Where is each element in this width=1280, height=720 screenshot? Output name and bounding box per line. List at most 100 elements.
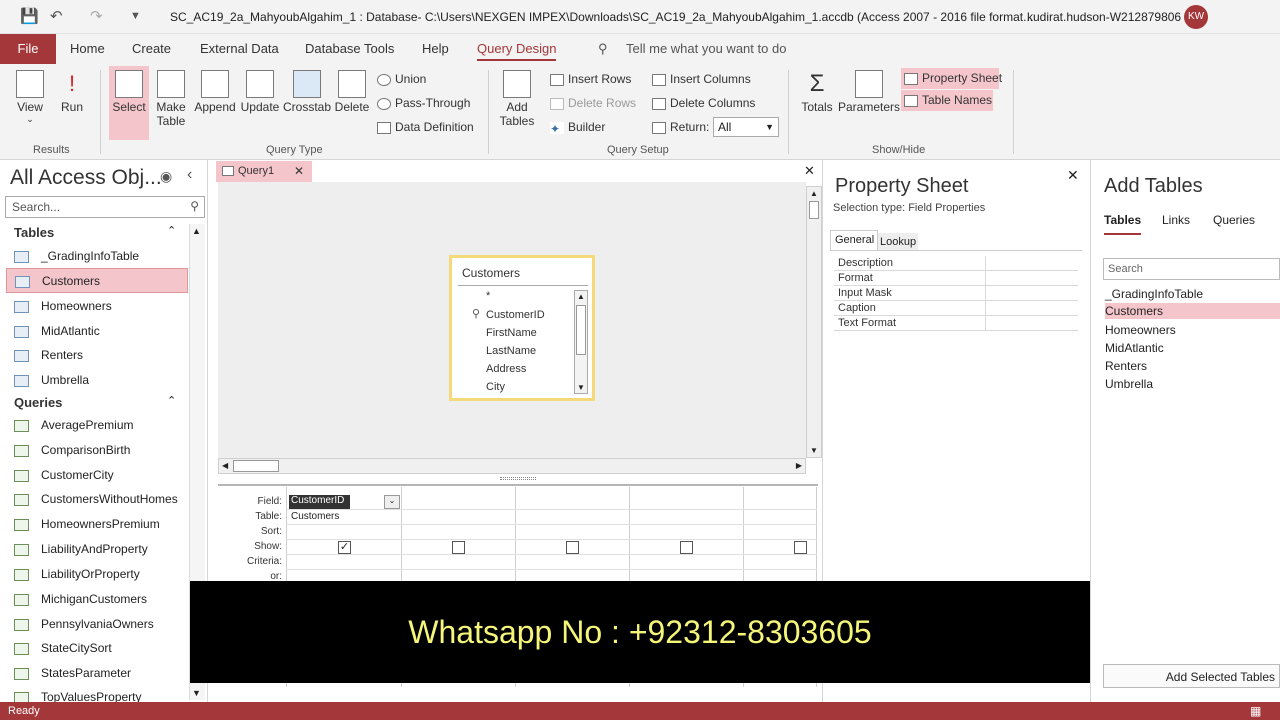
prop-text-format[interactable]: Text Format bbox=[834, 316, 1078, 331]
tab-external-data[interactable]: External Data bbox=[200, 41, 279, 56]
show-checkbox-2[interactable] bbox=[452, 541, 465, 554]
tab-general[interactable]: General bbox=[830, 230, 878, 250]
tab-query-design[interactable]: Query Design bbox=[477, 41, 557, 61]
nav-query-pennsylvaniaowners[interactable]: PennsylvaniaOwners bbox=[14, 617, 154, 631]
run-button[interactable]: ! Run bbox=[56, 70, 88, 114]
prop-input-mask[interactable]: Input Mask bbox=[834, 286, 1078, 301]
close-document-icon[interactable]: ✕ bbox=[804, 163, 815, 179]
field-address[interactable]: Address bbox=[486, 363, 526, 375]
add-selected-tables-button[interactable]: Add Selected Tables bbox=[1103, 664, 1280, 688]
nav-table-renters[interactable]: Renters bbox=[14, 348, 83, 362]
delete-rows-button[interactable]: Delete Rows bbox=[550, 96, 636, 110]
chevron-up-icon[interactable]: ⌃ bbox=[167, 394, 176, 407]
delete-query-button[interactable]: Delete bbox=[333, 70, 371, 114]
nav-query-customercity[interactable]: CustomerCity bbox=[14, 468, 114, 482]
nav-query-liabilityorproperty[interactable]: LiabilityOrProperty bbox=[14, 567, 140, 581]
nav-query-comparisonbirth[interactable]: ComparisonBirth bbox=[14, 443, 130, 457]
nav-query-homeownerspremium[interactable]: HomeownersPremium bbox=[14, 517, 160, 531]
nav-query-customerswithouthomes[interactable]: CustomersWithoutHomes bbox=[14, 492, 178, 506]
tab-help[interactable]: Help bbox=[422, 41, 449, 56]
property-sheet-toggle[interactable]: Property Sheet bbox=[901, 68, 1002, 89]
tab-lookup[interactable]: Lookup bbox=[878, 233, 919, 251]
union-button[interactable]: Union bbox=[377, 72, 426, 86]
scroll-up-icon[interactable]: ▲ bbox=[577, 292, 585, 301]
nav-table-customers[interactable]: Customers bbox=[6, 268, 188, 293]
qbe-field-input-1[interactable]: CustomerID bbox=[289, 495, 350, 509]
nav-tables-header[interactable]: Tables bbox=[14, 225, 54, 240]
scroll-right-icon[interactable]: ▶ bbox=[796, 461, 802, 470]
delete-columns-button[interactable]: Delete Columns bbox=[652, 96, 755, 110]
tab-home[interactable]: Home bbox=[70, 41, 105, 56]
field-lastname[interactable]: LastName bbox=[486, 345, 536, 357]
collapse-pane-icon[interactable]: ‹ bbox=[187, 166, 192, 184]
show-checkbox-3[interactable] bbox=[566, 541, 579, 554]
customize-qat-icon[interactable]: ▼ bbox=[130, 10, 141, 22]
scroll-thumb[interactable] bbox=[233, 460, 279, 472]
field-list-scrollbar[interactable]: ▲ ▼ bbox=[574, 290, 588, 394]
field-dropdown-icon[interactable]: ⌄ bbox=[384, 495, 400, 509]
avatar[interactable]: KW bbox=[1184, 5, 1208, 29]
update-button[interactable]: Update bbox=[239, 70, 281, 114]
tell-me-input[interactable]: Tell me what you want to do bbox=[626, 41, 786, 56]
qbe-table-1[interactable]: Customers bbox=[291, 511, 339, 522]
builder-button[interactable]: ✦ Builder bbox=[550, 120, 605, 136]
scroll-down-icon[interactable]: ▼ bbox=[577, 383, 585, 392]
nav-query-averagepremium[interactable]: AveragePremium bbox=[14, 418, 133, 432]
tab-query1[interactable]: Query1 ✕ bbox=[216, 161, 312, 182]
nav-menu-icon[interactable]: ◉ bbox=[160, 168, 172, 185]
prop-caption[interactable]: Caption bbox=[834, 301, 1078, 316]
show-checkbox-4[interactable] bbox=[680, 541, 693, 554]
nav-query-michigancustomers[interactable]: MichiganCustomers bbox=[14, 592, 147, 606]
close-property-sheet-icon[interactable]: ✕ bbox=[1067, 167, 1079, 184]
add-table-homeowners[interactable]: Homeowners bbox=[1105, 323, 1176, 337]
add-tables-search-input[interactable]: Search bbox=[1103, 258, 1280, 280]
save-icon[interactable]: 💾 bbox=[20, 7, 39, 25]
view-button[interactable]: View ⌄ bbox=[10, 70, 50, 125]
splitter-handle[interactable] bbox=[500, 477, 536, 480]
nav-queries-header[interactable]: Queries bbox=[14, 395, 62, 410]
sql-view-icon[interactable]: ▦ bbox=[1250, 704, 1261, 718]
redo-icon[interactable]: ↷ bbox=[90, 7, 103, 25]
totals-button[interactable]: Σ Totals bbox=[799, 70, 835, 114]
add-tables-button[interactable]: Add Tables bbox=[497, 70, 537, 128]
crosstab-button[interactable]: Crosstab bbox=[283, 70, 331, 114]
return-select[interactable]: All ▼ bbox=[713, 117, 779, 137]
tab-file[interactable]: File bbox=[0, 34, 56, 64]
design-vertical-scrollbar[interactable]: ▲ ▼ bbox=[806, 186, 822, 458]
nav-query-liabilityandproperty[interactable]: LiabilityAndProperty bbox=[14, 542, 148, 556]
prop-format[interactable]: Format bbox=[834, 271, 1078, 286]
prop-description[interactable]: Description bbox=[834, 256, 1078, 271]
chevron-up-icon[interactable]: ⌃ bbox=[167, 224, 176, 237]
nav-query-statecitysort[interactable]: StateCitySort bbox=[14, 641, 112, 655]
insert-rows-button[interactable]: Insert Rows bbox=[550, 72, 631, 86]
tab-database-tools[interactable]: Database Tools bbox=[305, 41, 394, 56]
add-table-midatlantic[interactable]: MidAtlantic bbox=[1105, 341, 1164, 355]
show-checkbox-1[interactable]: ✓ bbox=[338, 541, 351, 554]
tab-tables[interactable]: Tables bbox=[1104, 213, 1142, 235]
tab-create[interactable]: Create bbox=[132, 41, 171, 56]
add-table-gradinginfotable[interactable]: _GradingInfoTable bbox=[1105, 287, 1203, 301]
field-customerid[interactable]: CustomerID bbox=[486, 309, 545, 321]
field-firstname[interactable]: FirstName bbox=[486, 327, 537, 339]
scroll-left-icon[interactable]: ◀ bbox=[222, 461, 228, 470]
nav-table-umbrella[interactable]: Umbrella bbox=[14, 373, 89, 387]
field-city[interactable]: City bbox=[486, 381, 505, 393]
insert-columns-button[interactable]: Insert Columns bbox=[652, 72, 751, 86]
field-all[interactable]: * bbox=[486, 290, 490, 302]
append-button[interactable]: Append bbox=[193, 70, 237, 114]
tab-links[interactable]: Links bbox=[1162, 213, 1190, 227]
nav-query-statesparameter[interactable]: StatesParameter bbox=[14, 666, 131, 680]
close-tab-icon[interactable]: ✕ bbox=[294, 164, 304, 178]
nav-title[interactable]: All Access Obj... bbox=[10, 166, 162, 190]
tab-queries[interactable]: Queries bbox=[1213, 213, 1255, 227]
scroll-down-icon[interactable]: ▼ bbox=[810, 446, 818, 455]
user-name[interactable]: kudirat.hudson-W212879806 bbox=[1027, 10, 1181, 24]
nav-table-homeowners[interactable]: Homeowners bbox=[14, 299, 112, 313]
add-table-customers[interactable]: Customers bbox=[1105, 303, 1280, 319]
add-table-renters[interactable]: Renters bbox=[1105, 359, 1147, 373]
table-names-toggle[interactable]: Table Names bbox=[901, 90, 993, 111]
select-query-button[interactable]: Select bbox=[109, 66, 149, 140]
data-definition-button[interactable]: Data Definition bbox=[377, 120, 474, 134]
nav-search-input[interactable]: Search... ⚲ bbox=[5, 196, 205, 218]
make-table-button[interactable]: Make Table bbox=[152, 70, 190, 128]
